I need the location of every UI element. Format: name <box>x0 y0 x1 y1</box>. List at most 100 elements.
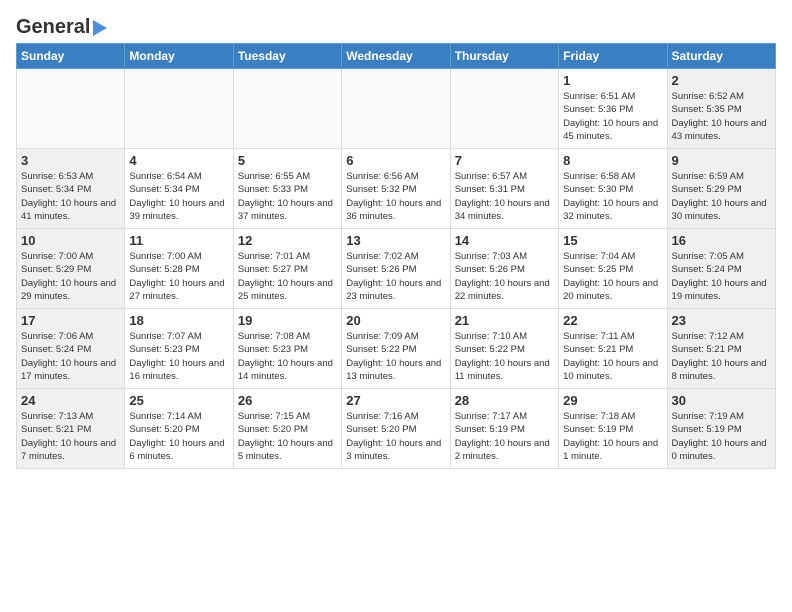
calendar-cell: 2 Sunrise: 6:52 AM Sunset: 5:35 PM Daylig… <box>667 69 775 149</box>
calendar-cell: 28 Sunrise: 7:17 AM Sunset: 5:19 PM Dayli… <box>450 389 558 469</box>
calendar-cell: 25 Sunrise: 7:14 AM Sunset: 5:20 PM Dayli… <box>125 389 233 469</box>
calendar-cell: 6 Sunrise: 6:56 AM Sunset: 5:32 PM Daylig… <box>342 149 450 229</box>
day-info: Sunrise: 6:58 AM Sunset: 5:30 PM Dayligh… <box>563 170 662 223</box>
calendar-cell: 15Sunrise: 7:04 AM Sunset: 5:25 PM Dayli… <box>559 229 667 309</box>
calendar-cell: 17Sunrise: 7:06 AM Sunset: 5:24 PM Dayli… <box>17 309 125 389</box>
col-header-friday: Friday <box>559 44 667 69</box>
day-number: 27 <box>346 393 445 408</box>
calendar-cell: 24 Sunrise: 7:13 AM Sunset: 5:21 PM Dayli… <box>17 389 125 469</box>
day-info: Sunrise: 6:54 AM Sunset: 5:34 PM Dayligh… <box>129 170 228 223</box>
day-number: 7 <box>455 153 554 168</box>
col-header-thursday: Thursday <box>450 44 558 69</box>
calendar-cell: 7 Sunrise: 6:57 AM Sunset: 5:31 PM Daylig… <box>450 149 558 229</box>
day-number: 21 <box>455 313 554 328</box>
logo-general: General <box>16 16 90 39</box>
day-number: 22 <box>563 313 662 328</box>
day-info: Sunrise: 7:05 AM Sunset: 5:24 PM Dayligh… <box>672 250 771 303</box>
day-number: 15 <box>563 233 662 248</box>
day-number: 2 <box>672 73 771 88</box>
logo-arrow-icon <box>93 20 107 36</box>
day-info: Sunrise: 7:02 AM Sunset: 5:26 PM Dayligh… <box>346 250 445 303</box>
calendar-cell <box>233 69 341 149</box>
day-info: Sunrise: 7:01 AM Sunset: 5:27 PM Dayligh… <box>238 250 337 303</box>
calendar-cell: 20 Sunrise: 7:09 AM Sunset: 5:22 PM Dayli… <box>342 309 450 389</box>
day-info: Sunrise: 6:53 AM Sunset: 5:34 PM Dayligh… <box>21 170 120 223</box>
day-info: Sunrise: 7:13 AM Sunset: 5:21 PM Dayligh… <box>21 410 120 463</box>
day-number: 6 <box>346 153 445 168</box>
week-row-4: 17Sunrise: 7:06 AM Sunset: 5:24 PM Dayli… <box>17 309 776 389</box>
day-number: 8 <box>563 153 662 168</box>
calendar-cell <box>17 69 125 149</box>
day-number: 25 <box>129 393 228 408</box>
day-info: Sunrise: 7:16 AM Sunset: 5:20 PM Dayligh… <box>346 410 445 463</box>
col-header-sunday: Sunday <box>17 44 125 69</box>
day-number: 26 <box>238 393 337 408</box>
calendar-cell: 10 Sunrise: 7:00 AM Sunset: 5:29 PM Dayli… <box>17 229 125 309</box>
calendar-cell <box>342 69 450 149</box>
day-info: Sunrise: 6:59 AM Sunset: 5:29 PM Dayligh… <box>672 170 771 223</box>
day-number: 28 <box>455 393 554 408</box>
calendar-cell: 26 Sunrise: 7:15 AM Sunset: 5:20 PM Dayli… <box>233 389 341 469</box>
calendar-cell: 14 Sunrise: 7:03 AM Sunset: 5:26 PM Dayli… <box>450 229 558 309</box>
day-number: 4 <box>129 153 228 168</box>
day-number: 20 <box>346 313 445 328</box>
calendar-cell: 19 Sunrise: 7:08 AM Sunset: 5:23 PM Dayli… <box>233 309 341 389</box>
day-info: Sunrise: 7:08 AM Sunset: 5:23 PM Dayligh… <box>238 330 337 383</box>
calendar-cell: 29 Sunrise: 7:18 AM Sunset: 5:19 PM Dayli… <box>559 389 667 469</box>
day-info: Sunrise: 7:17 AM Sunset: 5:19 PM Dayligh… <box>455 410 554 463</box>
day-number: 5 <box>238 153 337 168</box>
col-header-wednesday: Wednesday <box>342 44 450 69</box>
calendar-cell: 21 Sunrise: 7:10 AM Sunset: 5:22 PM Dayli… <box>450 309 558 389</box>
day-info: Sunrise: 7:00 AM Sunset: 5:29 PM Dayligh… <box>21 250 120 303</box>
day-number: 29 <box>563 393 662 408</box>
calendar-cell: 12 Sunrise: 7:01 AM Sunset: 5:27 PM Dayli… <box>233 229 341 309</box>
day-number: 9 <box>672 153 771 168</box>
calendar-cell: 11 Sunrise: 7:00 AM Sunset: 5:28 PM Dayli… <box>125 229 233 309</box>
day-info: Sunrise: 7:12 AM Sunset: 5:21 PM Dayligh… <box>672 330 771 383</box>
day-info: Sunrise: 7:15 AM Sunset: 5:20 PM Dayligh… <box>238 410 337 463</box>
day-info: Sunrise: 6:55 AM Sunset: 5:33 PM Dayligh… <box>238 170 337 223</box>
calendar-cell: 30Sunrise: 7:19 AM Sunset: 5:19 PM Dayli… <box>667 389 775 469</box>
calendar-cell: 8 Sunrise: 6:58 AM Sunset: 5:30 PM Daylig… <box>559 149 667 229</box>
calendar-cell: 3 Sunrise: 6:53 AM Sunset: 5:34 PM Daylig… <box>17 149 125 229</box>
day-number: 13 <box>346 233 445 248</box>
col-header-saturday: Saturday <box>667 44 775 69</box>
calendar-cell: 22 Sunrise: 7:11 AM Sunset: 5:21 PM Dayli… <box>559 309 667 389</box>
week-row-2: 3 Sunrise: 6:53 AM Sunset: 5:34 PM Daylig… <box>17 149 776 229</box>
day-number: 11 <box>129 233 228 248</box>
day-number: 1 <box>563 73 662 88</box>
day-info: Sunrise: 7:03 AM Sunset: 5:26 PM Dayligh… <box>455 250 554 303</box>
calendar-body: 1 Sunrise: 6:51 AM Sunset: 5:36 PM Daylig… <box>17 69 776 469</box>
week-row-3: 10 Sunrise: 7:00 AM Sunset: 5:29 PM Dayli… <box>17 229 776 309</box>
day-number: 10 <box>21 233 120 248</box>
day-info: Sunrise: 6:56 AM Sunset: 5:32 PM Dayligh… <box>346 170 445 223</box>
calendar-cell: 27 Sunrise: 7:16 AM Sunset: 5:20 PM Dayli… <box>342 389 450 469</box>
day-number: 14 <box>455 233 554 248</box>
day-info: Sunrise: 7:06 AM Sunset: 5:24 PM Dayligh… <box>21 330 120 383</box>
day-info: Sunrise: 7:00 AM Sunset: 5:28 PM Dayligh… <box>129 250 228 303</box>
page-header: General <box>16 16 776 35</box>
logo: General <box>16 16 107 35</box>
day-info: Sunrise: 6:57 AM Sunset: 5:31 PM Dayligh… <box>455 170 554 223</box>
day-info: Sunrise: 7:11 AM Sunset: 5:21 PM Dayligh… <box>563 330 662 383</box>
calendar-cell: 23Sunrise: 7:12 AM Sunset: 5:21 PM Dayli… <box>667 309 775 389</box>
day-info: Sunrise: 6:52 AM Sunset: 5:35 PM Dayligh… <box>672 90 771 143</box>
week-row-5: 24 Sunrise: 7:13 AM Sunset: 5:21 PM Dayli… <box>17 389 776 469</box>
col-header-tuesday: Tuesday <box>233 44 341 69</box>
calendar-cell: 4 Sunrise: 6:54 AM Sunset: 5:34 PM Daylig… <box>125 149 233 229</box>
col-header-monday: Monday <box>125 44 233 69</box>
day-info: Sunrise: 7:19 AM Sunset: 5:19 PM Dayligh… <box>672 410 771 463</box>
day-info: Sunrise: 7:14 AM Sunset: 5:20 PM Dayligh… <box>129 410 228 463</box>
day-number: 19 <box>238 313 337 328</box>
day-info: Sunrise: 7:09 AM Sunset: 5:22 PM Dayligh… <box>346 330 445 383</box>
calendar-cell: 9 Sunrise: 6:59 AM Sunset: 5:29 PM Daylig… <box>667 149 775 229</box>
day-number: 16 <box>672 233 771 248</box>
day-number: 12 <box>238 233 337 248</box>
day-info: Sunrise: 6:51 AM Sunset: 5:36 PM Dayligh… <box>563 90 662 143</box>
day-number: 3 <box>21 153 120 168</box>
day-number: 24 <box>21 393 120 408</box>
day-number: 18 <box>129 313 228 328</box>
day-info: Sunrise: 7:18 AM Sunset: 5:19 PM Dayligh… <box>563 410 662 463</box>
day-info: Sunrise: 7:10 AM Sunset: 5:22 PM Dayligh… <box>455 330 554 383</box>
calendar-cell <box>125 69 233 149</box>
